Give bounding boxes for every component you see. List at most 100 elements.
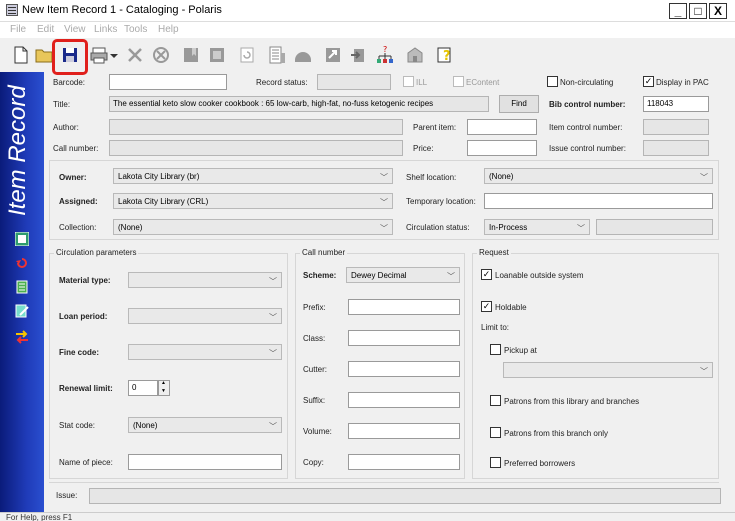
material-type-label: Material type: bbox=[59, 276, 111, 285]
cancel-icon[interactable] bbox=[150, 44, 172, 66]
pickup-at-select[interactable]: ﹀ bbox=[503, 362, 713, 378]
status-text: For Help, press F1 bbox=[6, 513, 73, 521]
preferred-borrowers-label: Preferred borrowers bbox=[504, 459, 576, 468]
item-control-number-label: Item control number: bbox=[549, 123, 623, 132]
call-number-label: Call number: bbox=[53, 144, 99, 153]
scheme-select[interactable]: Dewey Decimal ﹀ bbox=[346, 267, 460, 283]
divider bbox=[49, 482, 719, 483]
export-icon[interactable] bbox=[348, 44, 370, 66]
find-button[interactable]: Find bbox=[499, 95, 539, 113]
display-in-pac-checkbox[interactable]: ✓ bbox=[643, 76, 654, 87]
parent-item-input[interactable] bbox=[467, 119, 537, 135]
prefix-label: Prefix: bbox=[303, 303, 326, 312]
edit-icon[interactable] bbox=[15, 304, 29, 318]
suffix-label: Suffix: bbox=[303, 396, 326, 405]
record-status-label: Record status: bbox=[256, 78, 308, 87]
transfer-icon[interactable] bbox=[15, 330, 29, 344]
owner-label: Owner: bbox=[59, 173, 87, 182]
copy-input[interactable] bbox=[348, 454, 460, 470]
author-label: Author: bbox=[53, 123, 79, 132]
svg-text:?: ? bbox=[443, 49, 451, 64]
new-icon[interactable] bbox=[10, 44, 32, 66]
close-button[interactable]: X bbox=[709, 3, 727, 19]
barcode-input[interactable] bbox=[109, 74, 227, 90]
bib-control-number-field[interactable]: 118043 bbox=[643, 96, 709, 112]
fine-code-select[interactable]: ﹀ bbox=[128, 344, 282, 360]
price-input[interactable] bbox=[467, 140, 537, 156]
app-icon bbox=[6, 4, 18, 16]
item-record-form: Barcode: Record status: ILL EContent Non… bbox=[44, 72, 735, 512]
undo-icon[interactable] bbox=[15, 256, 29, 270]
loanable-outside-checkbox[interactable]: ✓ bbox=[481, 269, 492, 280]
renewal-limit-input[interactable]: 0 bbox=[128, 380, 158, 396]
circulation-status-select[interactable]: In-Process ﹀ bbox=[484, 219, 590, 235]
pickup-at-checkbox[interactable] bbox=[490, 344, 501, 355]
class-label: Class: bbox=[303, 334, 326, 343]
notes-icon[interactable] bbox=[15, 280, 29, 294]
print-icon[interactable] bbox=[88, 44, 110, 66]
collection-select[interactable]: (None) ﹀ bbox=[113, 219, 393, 235]
menu-view[interactable]: View bbox=[64, 24, 86, 35]
circulation-status-label: Circulation status: bbox=[406, 223, 470, 232]
shelf-location-select[interactable]: (None) ﹀ bbox=[484, 168, 713, 184]
prefix-input[interactable] bbox=[348, 299, 460, 315]
item-record-window: New Item Record 1 - Cataloging - Polaris… bbox=[0, 0, 735, 521]
menu-tools[interactable]: Tools bbox=[124, 24, 147, 35]
assigned-select[interactable]: Lakota City Library (CRL) ﹀ bbox=[113, 193, 393, 209]
parent-item-label: Parent item: bbox=[413, 123, 457, 132]
stat-code-select[interactable]: (None) ﹀ bbox=[128, 417, 282, 433]
cutter-label: Cutter: bbox=[303, 365, 328, 374]
temporary-location-input[interactable] bbox=[484, 193, 713, 209]
shelf-location-label: Shelf location: bbox=[406, 173, 457, 182]
maximize-button[interactable]: □ bbox=[689, 3, 707, 19]
help-icon[interactable]: ? bbox=[434, 44, 456, 66]
volume-input[interactable] bbox=[348, 423, 460, 439]
bookmark-icon[interactable] bbox=[180, 44, 202, 66]
loan-period-select[interactable]: ﹀ bbox=[128, 308, 282, 324]
issue-field bbox=[89, 488, 721, 504]
refresh-icon[interactable] bbox=[236, 44, 258, 66]
sidebar-title: Item Record bbox=[4, 85, 31, 217]
menu-file[interactable]: File bbox=[10, 24, 26, 35]
patrons-branch-label: Patrons from this branch only bbox=[504, 429, 609, 438]
minimize-button[interactable]: _ bbox=[669, 3, 687, 19]
menu-edit[interactable]: Edit bbox=[37, 24, 54, 35]
material-type-select[interactable]: ﹀ bbox=[128, 272, 282, 288]
loan-period-label: Loan period: bbox=[59, 312, 108, 321]
patrons-branch-checkbox[interactable] bbox=[490, 427, 501, 438]
link-icon[interactable] bbox=[322, 44, 344, 66]
hierarchy-icon[interactable]: ? bbox=[374, 44, 396, 66]
window-title: New Item Record 1 - Cataloging - Polaris bbox=[22, 4, 222, 16]
preferred-borrowers-checkbox[interactable] bbox=[490, 457, 501, 468]
patrons-library-label: Patrons from this library and branches bbox=[504, 397, 640, 406]
patrons-library-checkbox[interactable] bbox=[490, 395, 501, 406]
suffix-input[interactable] bbox=[348, 392, 460, 408]
delete-icon[interactable] bbox=[124, 44, 146, 66]
non-circulating-checkbox[interactable] bbox=[547, 76, 558, 87]
loanable-outside-label: Loanable outside system bbox=[495, 271, 584, 280]
search-icon[interactable] bbox=[292, 44, 314, 66]
assigned-label: Assigned: bbox=[59, 197, 98, 206]
holdable-checkbox[interactable]: ✓ bbox=[481, 301, 492, 312]
menu-help[interactable]: Help bbox=[158, 24, 179, 35]
menu-bar: File Edit View Links Tools Help bbox=[0, 22, 735, 38]
cutter-input[interactable] bbox=[348, 361, 460, 377]
display-in-pac-label: Display in PAC bbox=[656, 78, 709, 87]
econtent-checkbox bbox=[453, 76, 464, 87]
patron-icon[interactable] bbox=[404, 44, 426, 66]
circulation-parameters-title: Circulation parameters bbox=[54, 248, 139, 257]
title-bar: New Item Record 1 - Cataloging - Polaris… bbox=[0, 0, 735, 22]
collection-label: Collection: bbox=[59, 223, 97, 232]
name-of-piece-input[interactable] bbox=[128, 454, 282, 470]
class-input[interactable] bbox=[348, 330, 460, 346]
renewal-limit-spinner[interactable] bbox=[158, 380, 170, 396]
bib-record-icon[interactable] bbox=[266, 44, 288, 66]
menu-links[interactable]: Links bbox=[94, 24, 117, 35]
print-dropdown-icon[interactable] bbox=[109, 44, 119, 66]
copy-icon[interactable] bbox=[206, 44, 228, 66]
stat-code-label: Stat code: bbox=[59, 421, 96, 430]
call-number-field bbox=[109, 140, 403, 156]
record-view-icon[interactable] bbox=[14, 231, 30, 247]
volume-label: Volume: bbox=[303, 427, 332, 436]
owner-select[interactable]: Lakota City Library (br) ﹀ bbox=[113, 168, 393, 184]
